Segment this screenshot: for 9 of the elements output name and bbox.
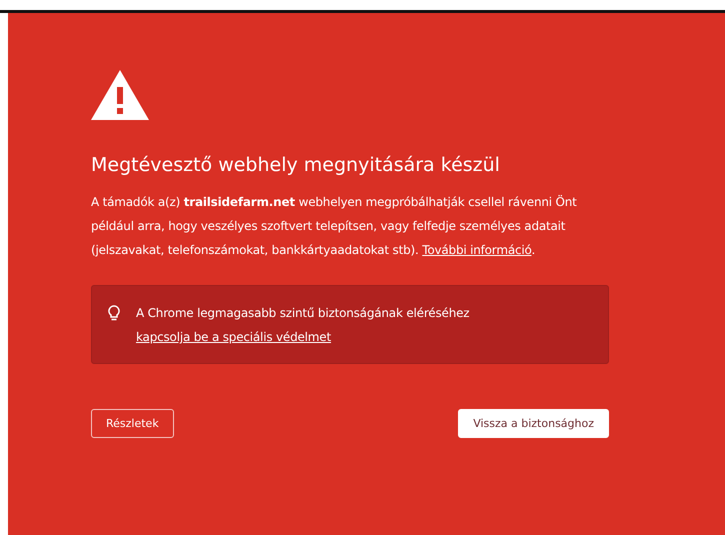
- more-info-link[interactable]: További információ: [422, 243, 532, 257]
- lightbulb-icon: [108, 305, 120, 322]
- enhanced-protection-link[interactable]: kapcsolja be a speciális védelmet: [136, 330, 331, 344]
- details-button[interactable]: Részletek: [91, 409, 174, 438]
- warning-message: A támadók a(z) trailsidefarm.net webhelyen megpróbálhatják csellel rávenni Önt például arra, hogy veszélyes szoftvert telepítsen, vagy felfedje személyes adatait (jelszavakat, telefonszámokat, bankkártyaadatokat stb). További információ.: [91, 194, 578, 259]
- page-title: Megtévesztő webhely megnyitására készül: [91, 154, 501, 176]
- warning-icon: [91, 70, 149, 120]
- back-to-safety-button[interactable]: Vissza a biztonsághoz: [458, 409, 609, 438]
- notice-text: A Chrome legmagasabb szintű biztonságának eléréséhez kapcsolja be a speciális védelmet: [136, 305, 470, 346]
